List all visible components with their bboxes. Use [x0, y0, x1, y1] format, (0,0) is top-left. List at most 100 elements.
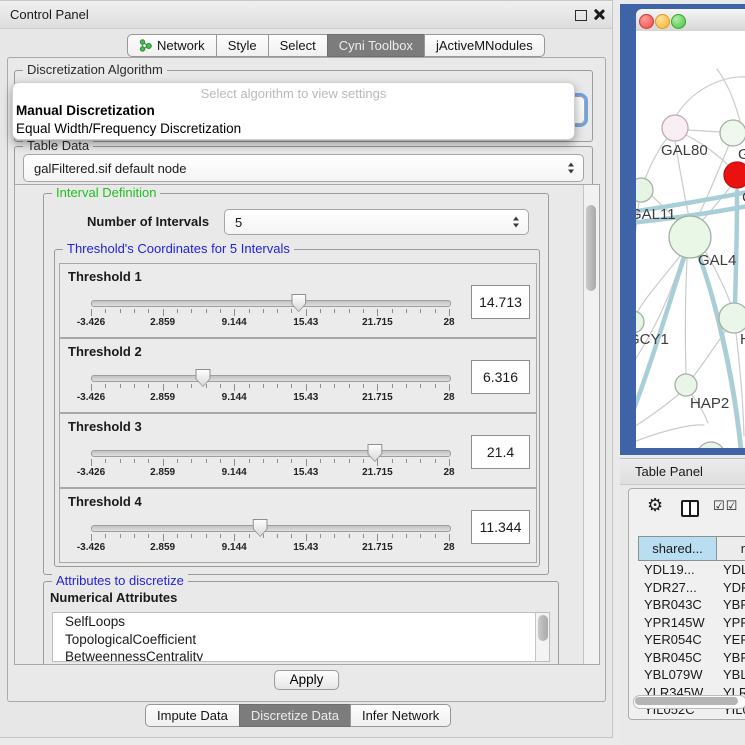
network-edge	[636, 425, 704, 443]
checkbox-icons[interactable]: ☑☑	[713, 499, 738, 514]
table-cell: YBL0	[717, 666, 745, 684]
network-edge	[636, 257, 682, 367]
numerical-attributes-list[interactable]: SelfLoopsTopologicalCoefficientBetweenne…	[52, 612, 550, 662]
threshold-slider-track[interactable]	[91, 525, 451, 532]
scrollbar-thumb[interactable]	[538, 615, 548, 641]
table-row[interactable]: YDR27...YDR2	[638, 579, 745, 597]
node-table: shared...na YDL19...YDL1YDR27...YDR2YBR0…	[638, 536, 745, 719]
interval-definition-title: Interval Definition	[52, 185, 160, 200]
network-node[interactable]	[697, 442, 725, 448]
network-node[interactable]	[720, 120, 745, 146]
threshold-slider-track[interactable]	[91, 300, 451, 307]
table-cell: YDR2	[717, 579, 745, 597]
scrollbar-thumb[interactable]	[635, 697, 738, 705]
interval-definition-group: Interval Definition Number of Intervals …	[43, 193, 549, 575]
discretization-algorithm-group-title: Discretization Algorithm	[23, 62, 167, 77]
table-cell: YER0	[717, 631, 745, 649]
tab-label: Style	[228, 35, 257, 56]
table-row[interactable]: YDL19...YDL1	[638, 561, 745, 579]
attribute-item[interactable]: TopologicalCoefficient	[53, 631, 549, 649]
combo-arrows-icon	[568, 163, 575, 174]
algorithm-option[interactable]: Manual Discretization	[13, 102, 574, 120]
control-panel-title: Control Panel	[10, 7, 89, 22]
attribute-item[interactable]: BetweennessCentrality	[53, 648, 549, 662]
close-traffic-light-icon[interactable]	[639, 14, 654, 29]
network-canvas[interactable]: GAL80GAGAL11CGAL4GCY1HHAP2	[636, 31, 745, 448]
table-cell: YBR043C	[638, 596, 717, 614]
table-cell: YPR145W	[638, 614, 717, 632]
tab-jactivemnodules[interactable]: jActiveMNodules	[424, 34, 545, 57]
column-header-na[interactable]: na	[716, 536, 745, 561]
table-row[interactable]: YPR145WYPR1	[638, 614, 745, 632]
attribute-item[interactable]: SelfLoops	[53, 613, 549, 631]
network-edge	[699, 257, 739, 448]
threshold-block: Threshold 1 -3.4262.8599.14415.4321.71528…	[59, 263, 537, 338]
threshold-block: Threshold 3 -3.4262.8599.14415.4321.71528…	[59, 413, 537, 488]
table-data-group: Table Data galFiltered.sif default node	[14, 146, 593, 189]
scrollbar-thumb[interactable]	[586, 205, 596, 291]
numerical-attributes-label: Numerical Attributes	[50, 590, 177, 605]
minimize-traffic-light-icon[interactable]	[655, 14, 670, 29]
table-cell: YER054C	[638, 631, 717, 649]
network-node[interactable]	[636, 178, 653, 202]
table-data-combobox[interactable]: galFiltered.sif default node	[23, 154, 584, 182]
table-cell: YDL1	[717, 561, 745, 579]
table-data-combobox-value: galFiltered.sif default node	[34, 161, 186, 176]
threshold-slider-track[interactable]	[91, 450, 451, 457]
network-edge	[688, 130, 720, 132]
screenshot-root: Control Panel Network Style Select Cyni Too…	[0, 0, 745, 745]
tab-select[interactable]: Select	[268, 34, 328, 57]
apply-button[interactable]: Apply	[274, 670, 340, 690]
table-cell: YBR0	[717, 649, 745, 667]
float-window-icon[interactable]	[575, 10, 587, 21]
gear-icon[interactable]: ⚙	[647, 495, 663, 516]
network-node[interactable]	[636, 311, 644, 333]
tab-impute-data[interactable]: Impute Data	[145, 704, 240, 727]
table-horizontal-scrollbar[interactable]	[633, 695, 745, 709]
network-window-titlebar[interactable]	[636, 9, 745, 32]
table-row[interactable]: YER054CYER0	[638, 631, 745, 649]
network-view-window: GAL80GAGAL11CGAL4GCY1HHAP2	[620, 4, 745, 455]
table-data-group-title: Table Data	[23, 138, 93, 153]
table-row[interactable]: YBL079WYBL0	[638, 666, 745, 684]
network-node[interactable]	[724, 162, 745, 188]
attributes-list-scrollbar[interactable]	[535, 613, 549, 661]
tab-discretize-data[interactable]: Discretize Data	[239, 704, 351, 727]
network-node[interactable]	[675, 374, 697, 396]
number-of-intervals-combobox[interactable]: 5	[224, 209, 529, 235]
threshold-value-field[interactable]: 11.344	[471, 510, 530, 544]
threshold-label: Threshold 3	[68, 419, 142, 434]
settings-vertical-scrollbar[interactable]	[583, 185, 599, 664]
table-cell: YDL19...	[638, 561, 717, 579]
table-cell: YBR045C	[638, 649, 717, 667]
threshold-value-field[interactable]: 6.316	[471, 360, 530, 394]
network-node[interactable]	[662, 115, 688, 141]
column-header-shared-[interactable]: shared...	[638, 536, 717, 561]
threshold-label: Threshold 1	[68, 269, 142, 284]
zoom-traffic-light-icon[interactable]	[671, 14, 686, 29]
combo-arrows-icon	[513, 217, 520, 228]
tab-network[interactable]: Network	[127, 34, 217, 57]
network-edge	[701, 186, 731, 222]
threshold-value-field[interactable]: 14.713	[471, 285, 530, 319]
threshold-slider-track[interactable]	[91, 375, 451, 382]
tab-style[interactable]: Style	[216, 34, 269, 57]
tab-label: Select	[280, 35, 316, 56]
close-icon[interactable]	[593, 8, 606, 21]
algorithm-popup-hint: Select algorithm to view settings	[13, 83, 574, 102]
network-node[interactable]	[719, 303, 745, 333]
network-graph: GAL80GAGAL11CGAL4GCY1HHAP2	[636, 31, 745, 448]
algorithm-option[interactable]: Equal Width/Frequency Discretization	[13, 120, 574, 138]
table-row[interactable]: YBR043CYBR0	[638, 596, 745, 614]
network-edge	[676, 77, 745, 116]
threshold-value-field[interactable]: 21.4	[471, 435, 530, 469]
table-row[interactable]: YBR045CYBR0	[638, 649, 745, 667]
slider-tick-labels: -3.4262.8599.14415.4321.71528	[91, 467, 449, 479]
slider-tick-labels: -3.4262.8599.14415.4321.71528	[91, 317, 449, 329]
tab-label: Impute Data	[157, 705, 228, 726]
tab-infer-network[interactable]: Infer Network	[350, 704, 451, 727]
split-column-icon[interactable]	[681, 500, 699, 517]
tab-cyni-toolbox[interactable]: Cyni Toolbox	[327, 34, 425, 57]
network-edge	[636, 393, 680, 429]
threshold-block: Threshold 4-3.4262.8599.14415.4321.71528…	[59, 488, 537, 563]
